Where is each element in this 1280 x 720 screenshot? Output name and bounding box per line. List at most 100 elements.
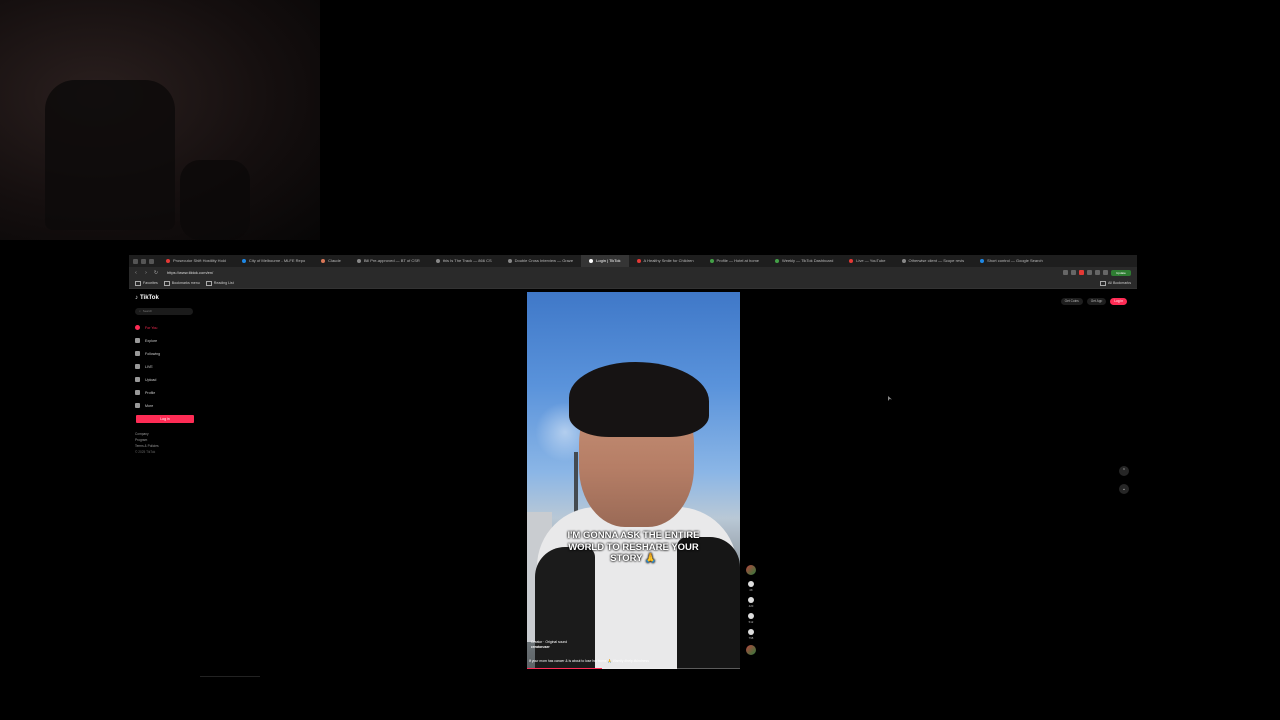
tab-group-icon[interactable]: [141, 258, 146, 264]
folder-icon: [1100, 280, 1107, 286]
bookmark-item[interactable]: Reading List: [205, 280, 234, 286]
forward-icon[interactable]: ›: [143, 270, 149, 276]
tiktok-sidebar: ♪ TikTok ⌕ Search For You Explore Following L…: [135, 295, 205, 475]
nav-item-explore[interactable]: Explore: [135, 334, 205, 347]
nav-item-live[interactable]: LIVE: [135, 360, 205, 373]
bookmark-item[interactable]: Bookmarks menu: [163, 280, 200, 286]
extension-icon[interactable]: [1079, 270, 1084, 275]
browser-tab[interactable]: Otherwise client — Scope revis: [894, 255, 973, 267]
nav-item-following[interactable]: Following: [135, 347, 205, 360]
nav-item-label: Profile: [145, 390, 156, 395]
browser-tab[interactable]: A Healthy Smile for Children: [629, 255, 702, 267]
video-player[interactable]: I'M GONNA ASK THE ENTIRE WORLD TO RESHAR…: [527, 292, 740, 669]
reading-list-icon: [205, 280, 212, 286]
chevron-down-icon[interactable]: ⌄: [1119, 484, 1129, 494]
tab-label: Double Cross Interview — Graze: [514, 258, 574, 263]
share-icon: [748, 629, 754, 635]
browser-tab[interactable]: Live — YouTube: [841, 255, 893, 267]
bookmarks-bar: Favorites Bookmarks menu Reading List Al…: [129, 278, 1137, 289]
browser-tab[interactable]: this Is The Track — 866 CS: [428, 255, 500, 267]
browser-tab[interactable]: Profile — Hotel at home: [702, 255, 767, 267]
heart-icon: [748, 581, 754, 587]
tab-favicon-icon: [507, 259, 512, 263]
heart-action[interactable]: 4K: [744, 581, 758, 592]
nav-item-profile[interactable]: Profile: [135, 386, 205, 399]
video-progress-bar[interactable]: [527, 667, 740, 669]
action-count: 512: [748, 620, 754, 624]
tab-favicon-icon: [321, 259, 326, 263]
all-bookmarks[interactable]: All Bookmarks: [1100, 280, 1131, 286]
profile-icon: [135, 390, 140, 395]
nav-item-for-you[interactable]: For You: [135, 321, 205, 334]
browser-window: Prosecutor Shift Hostility Hold City of M…: [129, 255, 1137, 669]
tab-label: this Is The Track — 866 CS: [442, 258, 492, 263]
browser-tab[interactable]: Login | TikTok: [581, 255, 629, 267]
webcam-chair: [45, 80, 175, 230]
tab-label: Otherwise client — Scope revis: [908, 258, 965, 263]
sidebar-login-button[interactable]: Log in: [136, 415, 194, 423]
tab-label: A Healthy Smile for Children: [643, 258, 694, 263]
address-bar-row: ‹ › ↻ https://www.tiktok.com/en/ Update: [129, 267, 1137, 278]
tab-overview-icon[interactable]: [149, 258, 154, 264]
search-input[interactable]: ⌕ Search: [135, 308, 193, 315]
reload-icon[interactable]: ↻: [153, 270, 159, 276]
video-caption: I'M GONNA ASK THE ENTIRE WORLD TO RESHAR…: [567, 530, 700, 564]
browser-tab[interactable]: Prosecutor Shift Hostility Hold: [158, 255, 234, 267]
browser-tab[interactable]: Bill Pre-approved — BT of CSR: [349, 255, 428, 267]
back-icon[interactable]: ‹: [133, 270, 139, 276]
bookmark-action[interactable]: 512: [744, 613, 758, 624]
video-actions: 4K 420 512 798: [744, 565, 758, 661]
nav-item-label: Following: [145, 351, 161, 356]
following-icon: [135, 351, 140, 356]
webcam-overlay: [0, 0, 320, 240]
action-count: 420: [748, 604, 754, 608]
tiktok-note-icon: ♪: [135, 295, 138, 301]
extension-icon[interactable]: [1063, 270, 1068, 275]
live-icon: [135, 364, 140, 369]
tab-favicon-icon: [636, 259, 641, 263]
video-person-jacket-left: [535, 547, 595, 669]
bookmark-item[interactable]: Favorites: [135, 280, 158, 286]
extensions-area: Update: [1063, 269, 1131, 276]
creator-avatar[interactable]: [746, 565, 756, 575]
nav-item-label: Upload: [145, 377, 157, 382]
comment-icon: [748, 597, 754, 603]
nav-item-more[interactable]: More: [135, 399, 205, 412]
get-coins-button[interactable]: Get Coins: [1060, 298, 1083, 305]
more-icon: [135, 403, 140, 408]
taskbar-line: [200, 676, 260, 677]
tab-label: Weekly — TikTok Dashboard: [782, 258, 834, 263]
nav-item-upload[interactable]: Upload: [135, 373, 205, 386]
tiktok-logo[interactable]: ♪ TikTok: [135, 295, 205, 301]
video-username[interactable]: creatoruser: [531, 645, 567, 650]
tab-label: Profile — Hotel at home: [716, 258, 760, 263]
tab-bar: Prosecutor Shift Hostility Hold City of M…: [129, 255, 1137, 267]
browser-tab[interactable]: City of Melbourne - MLFE Repo: [234, 255, 313, 267]
get-app-button[interactable]: Get App: [1086, 298, 1107, 305]
header-login-button[interactable]: Log in: [1110, 298, 1127, 305]
nav-item-label: Explore: [145, 338, 158, 343]
footer-copyright: © 2025 TikTok: [135, 450, 156, 454]
chevron-up-icon[interactable]: ⌃: [1119, 466, 1129, 476]
url-field[interactable]: https://www.tiktok.com/en/: [167, 270, 947, 275]
browser-tab[interactable]: Claude: [313, 255, 349, 267]
sound-disc-avatar[interactable]: [746, 645, 756, 655]
extension-icon[interactable]: [1087, 270, 1092, 275]
browser-tab[interactable]: Double Cross Interview — Graze: [500, 255, 581, 267]
tab-label: Short control — Google Search: [987, 258, 1043, 263]
extension-icon[interactable]: [1071, 270, 1076, 275]
home-icon: [135, 325, 140, 330]
sidebar-toggle-icon[interactable]: [133, 258, 138, 264]
compass-icon: [135, 338, 140, 343]
tab-favicon-icon: [775, 259, 780, 263]
folder-icon: [135, 280, 141, 286]
browser-tab[interactable]: Weekly — TikTok Dashboard: [767, 255, 841, 267]
browser-tab[interactable]: Short control — Google Search: [972, 255, 1051, 267]
comment-action[interactable]: 420: [744, 597, 758, 608]
video-person-hair: [569, 362, 709, 437]
extension-icon[interactable]: [1095, 270, 1100, 275]
extension-icon[interactable]: [1103, 270, 1108, 275]
share-action[interactable]: 798: [744, 629, 758, 640]
video-description: If your mom has cancer & is about to los…: [529, 659, 649, 663]
update-button[interactable]: Update: [1111, 269, 1131, 276]
